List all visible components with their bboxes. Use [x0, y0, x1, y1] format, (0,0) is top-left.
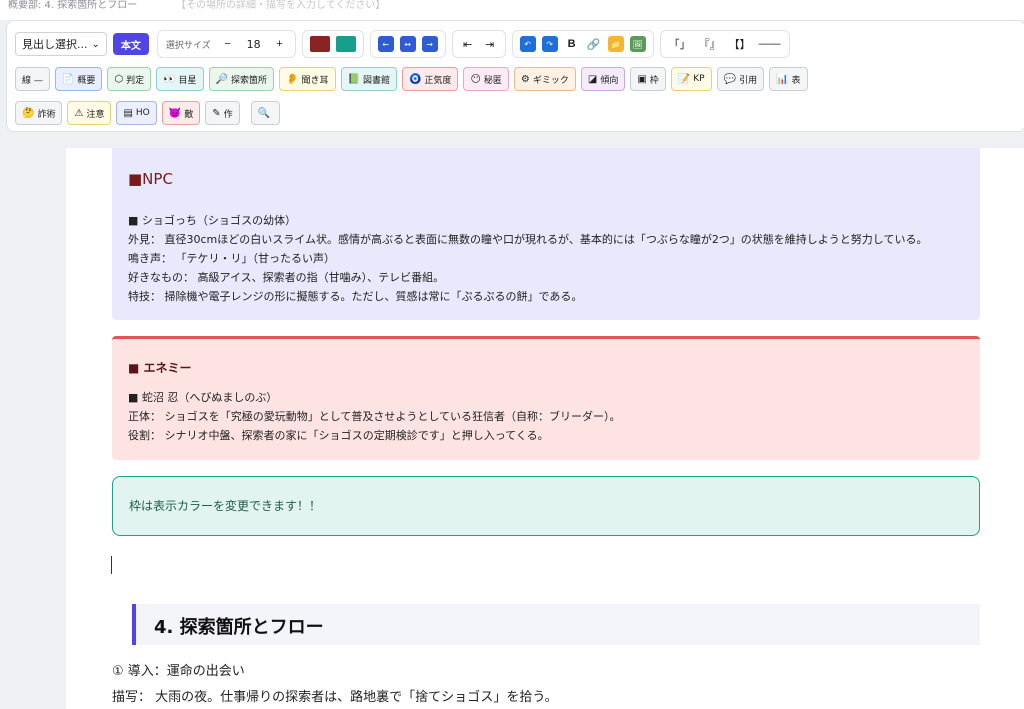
eyes-icon: 👀: [163, 73, 176, 85]
size-decrease-button[interactable]: −: [218, 34, 238, 54]
thinking-face-icon: 🤔: [22, 107, 35, 119]
chip-tendency[interactable]: ◪ 傾向: [580, 67, 626, 91]
chip-ho[interactable]: ▤ HO: [116, 101, 157, 125]
toolbar-row-1: 見出し選択... ⌄ 本文 選択サイズ − 18 + ← ↔ → ⇤ ⇥ ↶ ↷…: [15, 30, 796, 58]
chip-sanity[interactable]: 🧿 正気度: [401, 67, 459, 91]
memo-icon: 📝: [677, 73, 691, 85]
chevron-down-icon: ⌄: [91, 38, 100, 50]
chip-table[interactable]: 📊 表: [769, 67, 808, 91]
ear-icon: 👂: [286, 73, 299, 85]
ghost-text: 【その場所の詳細・描写を入力してください】: [176, 0, 386, 11]
chip-kp[interactable]: 📝 KP: [670, 67, 712, 91]
size-value[interactable]: 18: [239, 38, 269, 51]
enemy-block[interactable]: ■ エネミー ■ 蛇沼 忍（へびぬましのぶ） 正体： ショゴスを「究極の愛玩動物…: [112, 336, 980, 460]
text-caret: [111, 556, 112, 574]
section-heading[interactable]: 4. 探索箇所とフロー: [132, 604, 980, 645]
align-left-icon[interactable]: ←: [377, 36, 394, 52]
heading-select[interactable]: 見出し選択... ⌄: [15, 32, 107, 56]
heading-select-value: 見出し選択...: [22, 38, 88, 51]
undo-icon[interactable]: ↶: [519, 36, 536, 52]
size-control: 選択サイズ − 18 +: [156, 30, 296, 58]
toolbar-row-2: 線 — 📄 概要 ⬡ 判定 👀 目星 🔎 探索箇所 👂 聞き耳 📗 図書館 🧿 正気度 😶 秘匿…: [15, 66, 813, 92]
npc-line: 鳴き声： 「テケリ・リ」（甘ったるい声）: [128, 252, 335, 265]
size-label: 選択サイズ: [165, 40, 211, 51]
chip-library[interactable]: 📗 図書館: [340, 67, 397, 91]
chip-summary[interactable]: 📄 概要: [54, 67, 103, 91]
pencil-icon: ✎: [212, 107, 221, 119]
indent-group: ⇤ ⇥: [451, 30, 506, 58]
npc-block[interactable]: ■NPC ■ ショゴっち（ショゴスの幼体） 外見： 直径30cmほどの白いスライ…: [112, 148, 980, 320]
gear-icon: ⚙: [520, 73, 530, 85]
chip-secret[interactable]: 😶 秘匿: [463, 67, 509, 91]
chip-caution[interactable]: ⚠ 注意: [67, 101, 112, 125]
image-icon[interactable]: 🖼: [629, 36, 646, 52]
indent-icon[interactable]: ⇥: [480, 34, 500, 54]
chip-line[interactable]: 線 —: [15, 67, 50, 91]
chart-icon: 📊: [776, 73, 789, 85]
align-center-icon[interactable]: ↔: [399, 36, 416, 52]
dash-button[interactable]: ——: [756, 34, 784, 54]
hexagon-icon: ⬡: [114, 73, 124, 85]
bold-button[interactable]: B: [562, 34, 582, 54]
color-group: [301, 30, 364, 58]
document-editor[interactable]: ■NPC ■ ショゴっち（ショゴスの幼体） 外見： 直径30cmほどの白いスライ…: [66, 148, 1024, 709]
toolbar-row-3: 🤔 詐術 ⚠ 注意 ▤ HO 👿 敵 ✎ 作 🔍: [15, 100, 285, 126]
chip-deception[interactable]: 🤔 詐術: [15, 101, 63, 125]
chip-gimmick[interactable]: ⚙ ギミック: [513, 67, 576, 91]
enemy-line: 役割： シナリオ中盤、探索者の家に「ショゴスの定期検診です」と押し入ってくる。: [128, 429, 549, 442]
size-increase-button[interactable]: +: [270, 34, 290, 54]
body-text-button[interactable]: 本文: [112, 33, 149, 55]
color-swatch-red[interactable]: [309, 36, 330, 52]
note-frame[interactable]: 枠は表示カラーを変更できます！！: [112, 476, 980, 536]
redo-icon[interactable]: ↷: [541, 36, 558, 52]
align-group: ← ↔ →: [369, 30, 446, 58]
devil-icon: 👿: [168, 107, 182, 119]
chip-quote[interactable]: 💬 引用: [716, 67, 765, 91]
bracket-kagi-button[interactable]: 「」: [666, 34, 694, 54]
chip-listen[interactable]: 👂 聞き耳: [279, 67, 336, 91]
chip-enemy[interactable]: 👿 敵: [161, 101, 201, 125]
editor-toolbar: 見出し選択... ⌄ 本文 選択サイズ − 18 + ← ↔ → ⇤ ⇥ ↶ ↷…: [6, 20, 1024, 132]
bracket-group: 「」 『』 【】 ——: [659, 30, 790, 58]
outdent-icon[interactable]: ⇤: [458, 34, 478, 54]
book-icon: 📗: [347, 73, 360, 85]
tendency-icon: ◪: [587, 73, 598, 85]
note-text: 枠は表示カラーを変更できます！！: [129, 499, 322, 513]
bracket-nijukagi-button[interactable]: 『』: [696, 34, 724, 54]
frame-icon: ▣: [637, 73, 647, 85]
npc-line: 好きなもの： 高級アイス、探索者の指（甘噛み）、テレビ番組。: [128, 271, 445, 284]
magnifier-icon: 🔎: [215, 73, 229, 85]
enemy-line: ■ 蛇沼 忍（へびぬましのぶ）: [128, 391, 278, 404]
top-strip: 概要部: 4. 探索箇所とフロー 【その場所の詳細・描写を入力してください】: [0, 0, 1024, 20]
npc-line: ■ ショゴっち（ショゴスの幼体）: [128, 214, 297, 227]
handout-icon: ▤: [123, 107, 133, 119]
section-title: 4. 探索箇所とフロー: [154, 617, 324, 638]
folder-icon[interactable]: 📁: [607, 36, 624, 52]
enemy-title: ■ エネミー: [128, 361, 192, 375]
chip-check[interactable]: ⬡ 判定: [107, 67, 152, 91]
breadcrumb: 概要部: 4. 探索箇所とフロー: [8, 0, 138, 11]
body-paragraph: 描写： 大雨の夜。仕事帰りの探索者は、路地裏で「捨てショゴス」を拾う。: [112, 690, 558, 705]
speech-bubble-icon: 💬: [723, 73, 737, 85]
chip-explore[interactable]: 🔎 探索箇所: [208, 67, 275, 91]
chip-spot[interactable]: 👀 目星: [156, 67, 204, 91]
search-button[interactable]: 🔍: [250, 101, 281, 125]
chip-frame[interactable]: ▣ 枠: [630, 67, 666, 91]
chip-author[interactable]: ✎ 作: [205, 101, 240, 125]
document-icon: 📄: [61, 73, 75, 85]
color-swatch-teal[interactable]: [335, 36, 356, 52]
link-icon[interactable]: 🔗: [584, 34, 604, 54]
format-group: ↶ ↷ B 🔗 📁 🖼: [511, 30, 654, 58]
face-icon: 😶: [470, 73, 481, 85]
bracket-sumitsuki-button[interactable]: 【】: [726, 34, 754, 54]
npc-line: 特技： 掃除機や電子レンジの形に擬態する。ただし、質感は常に「ぷるぷるの餅」であ…: [128, 290, 583, 303]
amulet-icon: 🧿: [408, 73, 422, 85]
body-paragraph: ① 導入：運命の出会い: [112, 664, 245, 679]
npc-title: ■NPC: [128, 170, 173, 188]
enemy-line: 正体： ショゴスを「究極の愛玩動物」として普及させようとしている狂信者（自称：ブ…: [128, 410, 621, 423]
align-right-icon[interactable]: →: [421, 36, 438, 52]
warning-icon: ⚠: [74, 107, 84, 119]
npc-line: 外見： 直径30cmほどの白いスライム状。感情が高ぶると表面に無数の瞳や口が現れ…: [128, 233, 928, 246]
search-icon: 🔍: [257, 107, 271, 119]
